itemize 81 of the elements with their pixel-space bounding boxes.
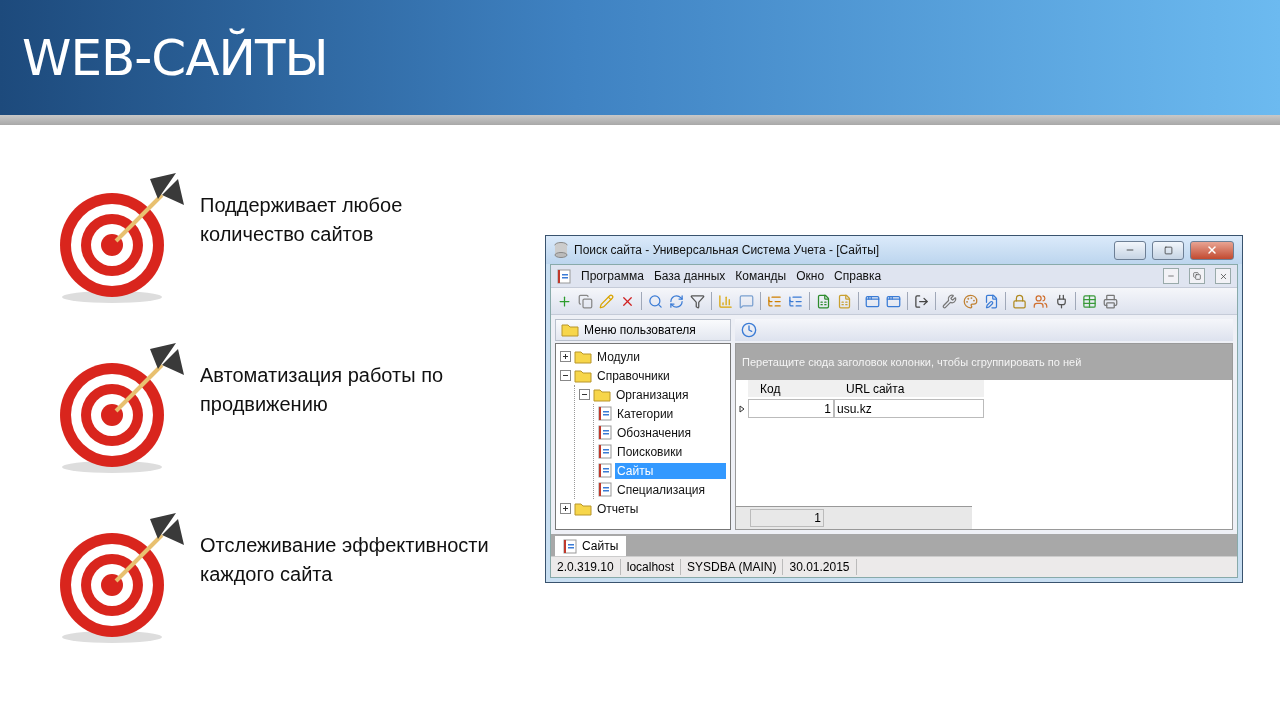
minus-icon[interactable]: [560, 370, 571, 381]
row-indicator-icon: [739, 404, 745, 413]
maximize-button[interactable]: [1152, 240, 1184, 260]
menu-item[interactable]: Программа: [581, 269, 644, 283]
chat-icon[interactable]: [739, 293, 754, 309]
window-icon[interactable]: [886, 293, 901, 309]
users-icon[interactable]: [1033, 293, 1048, 309]
footer-cell: 1: [750, 509, 824, 527]
tree-item[interactable]: Категории: [615, 405, 676, 422]
plug-icon[interactable]: [1054, 293, 1069, 309]
window-title: Поиск сайта - Универсальная Система Учета - [Сайты]: [574, 243, 881, 257]
close-button[interactable]: [1190, 240, 1234, 260]
tree-item[interactable]: Специализация: [615, 481, 708, 498]
wrench-icon[interactable]: [942, 293, 957, 309]
document-icon: [598, 463, 612, 478]
tree-item[interactable]: Справочники: [595, 367, 672, 384]
menu-item[interactable]: База данных: [653, 269, 726, 283]
restore-button[interactable]: [1189, 268, 1205, 284]
slide-title: WEB-САЙТЫ: [22, 28, 328, 87]
document-icon: [563, 538, 577, 554]
menu-item[interactable]: Команды: [735, 269, 787, 283]
lock-icon[interactable]: [1012, 293, 1027, 309]
tree-icon[interactable]: [767, 293, 782, 309]
status-item: localhost: [620, 559, 682, 575]
bullet-text: Автоматизация работы по продвижению: [200, 363, 445, 417]
document-icon: [598, 444, 612, 459]
status-item: SYSDBA (MAIN): [681, 559, 784, 575]
status-item: 30.01.2015: [783, 559, 857, 575]
folder-icon: [561, 323, 579, 337]
document-tab[interactable]: Сайты: [555, 536, 627, 556]
tree-item[interactable]: Организация: [614, 386, 691, 403]
filter-icon[interactable]: [690, 293, 705, 309]
folder-icon: [574, 349, 592, 364]
refresh-icon[interactable]: [669, 293, 684, 309]
search-icon[interactable]: [648, 293, 663, 309]
table-cell: usu.kz: [834, 399, 984, 418]
pencil-icon[interactable]: [599, 293, 614, 309]
folder-icon: [574, 501, 592, 516]
document-icon: [598, 425, 612, 440]
database-icon: [554, 242, 568, 258]
close-button[interactable]: [1215, 268, 1231, 284]
table-cell: 1: [748, 399, 834, 418]
document-icon: [598, 406, 612, 421]
restore-icon: [1193, 272, 1201, 280]
column-header[interactable]: URL сайта: [834, 380, 984, 397]
palette-icon[interactable]: [963, 293, 978, 309]
folder-icon: [574, 368, 592, 383]
plus-icon[interactable]: [560, 351, 571, 362]
bullet-text: Поддерживает любое количество сайтов: [200, 193, 404, 247]
clock-icon[interactable]: [741, 322, 757, 338]
panel-title: Меню пользователя: [584, 323, 697, 337]
tree-icon[interactable]: [788, 293, 803, 309]
minimize-button[interactable]: [1114, 240, 1146, 260]
minus-icon[interactable]: [579, 389, 590, 400]
exit-icon[interactable]: [914, 293, 929, 309]
document-icon: [557, 268, 571, 284]
tree-item[interactable]: Поисковики: [615, 443, 685, 460]
close-icon: [1206, 244, 1218, 256]
menu-item[interactable]: Окно: [796, 269, 825, 283]
bullet-text: Отслеживание эффективности каждого сайта: [200, 533, 490, 587]
column-header[interactable]: Код: [748, 380, 834, 397]
folder-icon: [593, 387, 611, 402]
form-edit-icon[interactable]: [984, 293, 999, 309]
group-hint: Перетащите сюда заголовок колонки, чтобы сгруппировать по ней: [736, 344, 1232, 380]
printer-icon[interactable]: [1103, 293, 1118, 309]
plus-icon[interactable]: [560, 503, 571, 514]
tree-item[interactable]: Обозначения: [615, 424, 694, 441]
menu-item[interactable]: Справка: [834, 269, 882, 283]
close-icon: [1218, 271, 1228, 281]
minimize-icon: [1167, 272, 1175, 280]
maximize-icon: [1163, 245, 1173, 255]
minimize-button[interactable]: [1163, 268, 1179, 284]
table-icon[interactable]: [1082, 293, 1097, 309]
tree-item[interactable]: Модули: [595, 348, 642, 365]
window-icon[interactable]: [865, 293, 880, 309]
spreadsheet-icon[interactable]: [816, 293, 831, 309]
status-item: 2.0.319.10: [551, 559, 621, 575]
document-icon: [598, 482, 612, 497]
copy-icon[interactable]: [578, 293, 593, 309]
spreadsheet-icon[interactable]: [837, 293, 852, 309]
tree-item[interactable]: Отчеты: [595, 500, 641, 517]
